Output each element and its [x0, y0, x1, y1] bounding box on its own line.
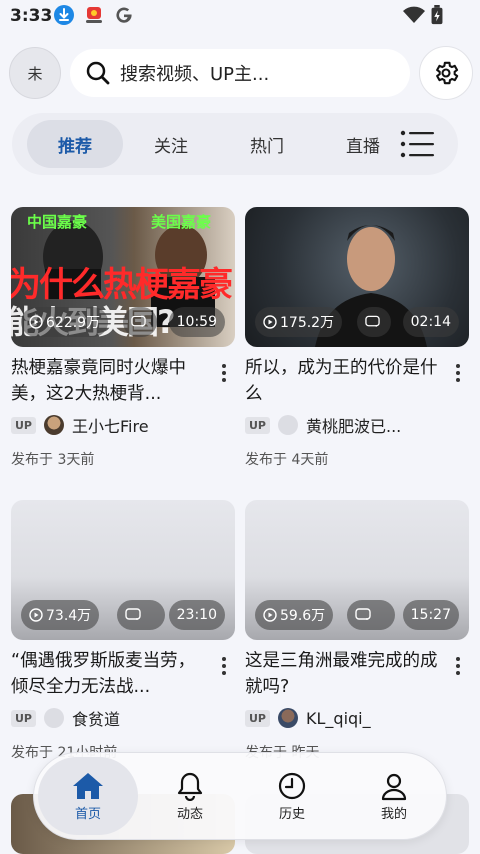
nav-home[interactable]: 首页	[38, 757, 138, 835]
video-thumbnail[interactable]: 中国嘉豪 美国嘉豪 为什么热梗嘉豪 能火到美国? 622.9万 10:59	[11, 207, 235, 347]
author-avatar	[278, 708, 298, 728]
play-count-icon	[263, 608, 277, 622]
video-thumbnail[interactable]: 73.4万 23:10	[11, 500, 235, 640]
comment-icon	[365, 315, 380, 327]
author-avatar	[278, 415, 298, 435]
publish-time: 发布于 4天前	[245, 452, 329, 468]
play-count-icon	[29, 315, 43, 329]
tab-live[interactable]: 直播	[315, 120, 411, 168]
app-notification-icon	[86, 7, 102, 23]
author-avatar	[44, 708, 64, 728]
danmaku-count	[357, 307, 391, 337]
danmaku-count	[123, 307, 157, 337]
bottom-navigation: 首页 动态 历史 我的	[33, 752, 447, 840]
publish-time: 发布于 3天前	[11, 452, 95, 468]
duration-badge: 23:10	[168, 600, 225, 630]
author-name: 食贫道	[72, 710, 121, 729]
more-options-button[interactable]	[215, 361, 233, 385]
video-card[interactable]: 中国嘉豪 美国嘉豪 为什么热梗嘉豪 能火到美国? 622.9万 10:59 热梗…	[11, 207, 235, 469]
search-placeholder: 搜索视频、UP主...	[120, 64, 270, 85]
up-badge: UP	[11, 709, 36, 727]
tab-following[interactable]: 关注	[123, 120, 219, 168]
status-bar: 3:33	[0, 0, 480, 34]
play-count-icon	[263, 315, 277, 329]
view-count: 622.9万	[21, 307, 109, 337]
view-count-text: 73.4万	[46, 608, 92, 624]
video-card[interactable]: 59.6万 15:27 这是三角洲最难完成的成就吗? UP KL_qiqi_ 发…	[245, 500, 469, 762]
video-card[interactable]: 175.2万 02:14 所以，成为王的代价是什么 UP 黄桃肥波已... 发布…	[245, 207, 469, 469]
nav-label: 我的	[380, 806, 407, 822]
author-row[interactable]: UP 黄桃肥波已...	[245, 411, 469, 439]
nav-label: 动态	[176, 806, 203, 822]
category-tabs: 推荐 关注 热门 直播	[12, 113, 458, 175]
user-avatar[interactable]: 未	[9, 47, 61, 99]
status-time: 3:33	[10, 6, 53, 26]
view-count-text: 59.6万	[280, 608, 326, 624]
duration-text: 23:10	[176, 607, 217, 623]
tab-popular[interactable]: 热门	[219, 120, 315, 168]
nav-profile[interactable]: 我的	[344, 757, 444, 835]
download-icon	[54, 5, 74, 25]
header: 未 搜索视频、UP主... 推荐 关注 热门 直播	[0, 34, 480, 194]
duration-badge: 02:14	[402, 307, 459, 337]
more-options-button[interactable]	[449, 361, 467, 385]
person-icon	[381, 773, 407, 800]
duration-text: 02:14	[410, 314, 451, 330]
avatar-text: 未	[27, 64, 43, 83]
more-options-button[interactable]	[449, 654, 467, 678]
comment-icon	[131, 315, 146, 327]
video-title[interactable]: 这是三角洲最难完成的成就吗?	[245, 648, 445, 700]
thumbnail-tag-right: 美国嘉豪	[151, 213, 212, 231]
search-icon	[86, 61, 110, 85]
video-title[interactable]: 热梗嘉豪竟同时火爆中美，这2大热梗背...	[11, 355, 211, 407]
duration-text: 15:27	[410, 607, 451, 623]
author-name: 黄桃肥波已...	[306, 417, 402, 436]
video-thumbnail[interactable]: 59.6万 15:27	[245, 500, 469, 640]
view-count-text: 622.9万	[46, 315, 101, 331]
play-count-icon	[29, 608, 43, 622]
video-title[interactable]: “偶遇俄罗斯版麦当劳，倾尽全力无法战...	[11, 648, 211, 700]
video-thumbnail[interactable]: 175.2万 02:14	[245, 207, 469, 347]
author-row[interactable]: UP 食贫道	[11, 704, 235, 732]
duration-text: 10:59	[176, 314, 217, 330]
comment-icon	[125, 608, 141, 620]
settings-button[interactable]	[419, 46, 473, 100]
author-name: 王小七Fire	[72, 417, 149, 436]
tab-recommend[interactable]: 推荐	[27, 120, 123, 168]
video-card[interactable]: 73.4万 23:10 “偶遇俄罗斯版麦当劳，倾尽全力无法战... UP 食贫道…	[11, 500, 235, 762]
duration-badge: 10:59	[168, 307, 225, 337]
gear-icon	[436, 61, 459, 85]
battery-charging-icon	[431, 5, 443, 25]
view-count-text: 175.2万	[280, 315, 335, 331]
author-avatar	[44, 415, 64, 435]
nav-updates[interactable]: 动态	[140, 757, 240, 835]
nav-label: 历史	[278, 806, 305, 822]
comment-icon	[355, 608, 371, 620]
wifi-icon	[403, 6, 425, 23]
google-icon	[116, 7, 132, 23]
bell-icon	[177, 772, 203, 801]
view-count: 73.4万	[21, 600, 100, 630]
up-badge: UP	[11, 416, 36, 434]
nav-label: 首页	[74, 806, 101, 822]
danmaku-count	[347, 600, 395, 630]
up-badge: UP	[245, 416, 270, 434]
view-count: 59.6万	[255, 600, 334, 630]
clock-icon	[278, 772, 306, 799]
search-bar[interactable]: 搜索视频、UP主...	[70, 49, 410, 97]
danmaku-count	[117, 600, 165, 630]
author-row[interactable]: UP 王小七Fire	[11, 411, 235, 439]
author-name: KL_qiqi_	[306, 708, 371, 728]
up-badge: UP	[245, 709, 270, 727]
nav-history[interactable]: 历史	[242, 757, 342, 835]
thumbnail-tag-left: 中国嘉豪	[27, 213, 88, 231]
menu-list-icon[interactable]	[400, 128, 436, 160]
more-options-button[interactable]	[215, 654, 233, 678]
view-count: 175.2万	[255, 307, 343, 337]
home-icon	[73, 772, 103, 799]
duration-badge: 15:27	[402, 600, 459, 630]
author-row[interactable]: UP KL_qiqi_	[245, 704, 469, 732]
video-title[interactable]: 所以，成为王的代价是什么	[245, 355, 445, 407]
